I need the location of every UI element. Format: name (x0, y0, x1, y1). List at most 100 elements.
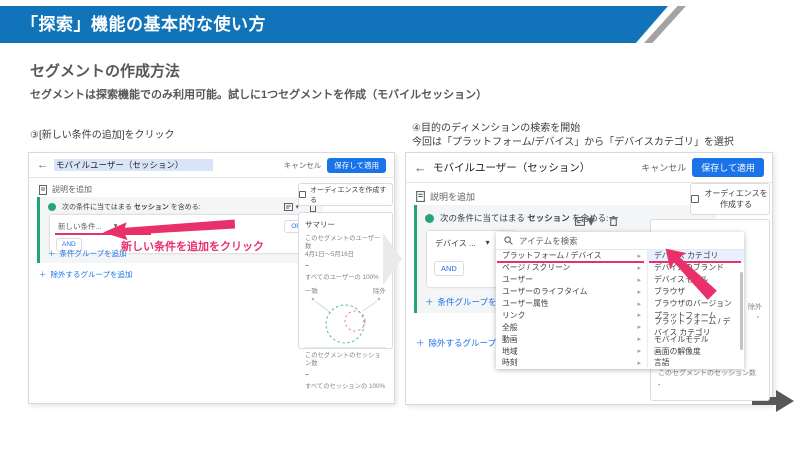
summary-sessions-value: - (658, 382, 660, 389)
summary-sessions-pct: すべてのセッションの 100% (305, 381, 386, 390)
add-description-row[interactable]: 説明を追加 (416, 190, 475, 203)
plus-icon: ＋ (425, 296, 434, 308)
condition-icons: ▾ (575, 211, 618, 231)
menu-item-category[interactable]: プラットフォーム / デバイス ▸ (496, 250, 647, 262)
segment-title-highlight[interactable]: モバイルユーザー（セッション） (54, 159, 213, 171)
segment-title: モバイルユーザー（セッション） (54, 159, 213, 171)
submenu-arrow-icon: ▸ (637, 252, 641, 260)
annotation-text: 新しい条件を追加をクリック (121, 238, 264, 254)
step-caption-right-line2: 今回は「プラットフォーム/デバイス」から「デバイスカテゴリ」を選択 (412, 136, 734, 150)
summary-sessions-label: このセグメントのセッション数 (658, 369, 756, 378)
menu-item-dimension[interactable]: プラットフォーム / デバイス カテゴリ (648, 321, 744, 333)
slide: 「探索」機能の基本的な使い方 セグメントの作成方法 セグメントは探索機能でのみ利… (0, 0, 800, 450)
plus-icon: ＋ (416, 337, 425, 349)
add-description-label: 説明を追加 (430, 190, 475, 203)
step-caption-left: ③[新しい条件の追加]をクリック (30, 129, 175, 143)
section-title: セグメントの作成方法 (30, 60, 180, 81)
cancel-button[interactable]: キャンセル (641, 161, 686, 174)
dimension-dropdown[interactable]: デバイス ... ▾ (435, 238, 490, 249)
search-icon (504, 236, 513, 245)
venn-legend: 一致 除外 (305, 285, 386, 295)
include-dot-icon (425, 214, 434, 223)
checkbox-icon[interactable] (691, 195, 699, 203)
submenu-arrow-icon: ▸ (637, 311, 641, 319)
venn-tick-dot (757, 316, 759, 318)
menu-item-label: ユーザーのライフタイム (502, 286, 587, 297)
menu-item-dimension[interactable]: モバイルモデル (648, 333, 744, 345)
scope-icon (284, 203, 293, 211)
menu-item-label: 画面の解像度 (654, 346, 701, 357)
submenu-arrow-icon: ▸ (637, 323, 641, 331)
submenu-arrow-icon: ▸ (637, 276, 641, 284)
summary-divider (305, 347, 386, 348)
summary-users-label: このセグメントのユーザー数4月1日～5月16日 (305, 235, 386, 259)
menu-item-category[interactable]: 全般 ▸ (496, 321, 647, 333)
summary-sessions-value: – (305, 371, 386, 378)
pointer-arrow (662, 245, 726, 309)
add-condition-group-link[interactable]: ＋ 条件グループを追加 (48, 248, 127, 259)
menu-item-category[interactable]: ユーザー属性 ▸ (496, 298, 647, 310)
menu-item-category[interactable]: 動画 ▸ (496, 333, 647, 345)
checkbox-icon[interactable] (299, 191, 306, 198)
menu-item-category[interactable]: 時刻 ▸ (496, 357, 647, 369)
submenu-arrow-icon: ▸ (637, 347, 641, 355)
venn-diagram (305, 295, 387, 345)
menu-item-label: 動画 (502, 334, 518, 345)
description-icon (39, 185, 47, 195)
back-icon[interactable]: ← (37, 159, 48, 171)
submenu-arrow-icon: ▸ (637, 300, 641, 308)
trash-icon[interactable] (609, 216, 618, 226)
exclude-label: 除外 (373, 285, 386, 295)
step-caption-right-line1: ④目的のディメンションの検索を開始 (412, 122, 734, 136)
menu-item-label: 地域 (502, 346, 518, 357)
menu-item-label: 全般 (502, 322, 518, 333)
segment-title: モバイルユーザー（セッション） (433, 160, 590, 175)
back-icon[interactable]: ← (414, 160, 427, 175)
segment-editor-header: ← モバイルユーザー（セッション） キャンセル 保存して適用 (406, 153, 772, 183)
menu-item-dimension[interactable]: 画面の解像度 (648, 345, 744, 357)
scope-icon[interactable] (575, 217, 585, 226)
submenu-arrow-icon: ▸ (637, 288, 641, 296)
summary-users-value: – (305, 262, 386, 269)
menu-item-label: プラットフォーム / デバイス (502, 250, 602, 261)
summary-card: サマリー このセグメントのユーザー数4月1日～5月16日 – すべてのユーザーの… (298, 212, 393, 349)
condition-text: 次の条件に当てはまる セッション を含める: (62, 202, 201, 212)
save-apply-button[interactable]: 保存して適用 (692, 158, 764, 177)
dimension-category-list: プラットフォーム / デバイス ▸ ページ / スクリーン ▸ ユーザー ▸ ユ… (496, 250, 648, 369)
menu-item-category[interactable]: ユーザー ▸ (496, 274, 647, 286)
submenu-scrollbar[interactable] (740, 272, 743, 350)
summary-sessions-label: このセグメントのセッション数 (305, 352, 386, 368)
menu-item-label: ページ / スクリーン (502, 262, 570, 273)
include-dot-icon (48, 203, 56, 211)
scope-selector[interactable]: ▾ (284, 203, 299, 211)
menu-item-category[interactable]: ユーザーのライフタイム ▸ (496, 286, 647, 298)
menu-item-category[interactable]: リンク ▸ (496, 309, 647, 321)
menu-item-category[interactable]: ページ / スクリーン ▸ (496, 262, 647, 274)
plus-icon: ＋ (39, 269, 47, 280)
screenshot-left: ← モバイルユーザー（セッション） キャンセル 保存して適用 説明を追加 次の条… (28, 152, 395, 404)
exclude-label: 除外 (748, 302, 762, 312)
save-apply-button[interactable]: 保存して適用 (327, 158, 386, 173)
section-subtitle: セグメントは探索機能でのみ利用可能。試しに1つセグメントを作成（モバイルセッショ… (30, 86, 487, 102)
cancel-button[interactable]: キャンセル (284, 160, 322, 171)
caret-down-icon: ▾ (486, 238, 490, 249)
between-panels-arrow (383, 233, 402, 285)
submenu-arrow-icon: ▸ (637, 359, 641, 367)
plus-icon: ＋ (48, 248, 56, 259)
caret-down-icon: ▾ (587, 211, 595, 231)
menu-item-dimension[interactable]: 言語 (648, 357, 744, 369)
add-description-row[interactable]: 説明を追加 (39, 184, 92, 195)
menu-item-label: ユーザー (502, 274, 533, 285)
audience-card[interactable]: オーディエンスを作成する (690, 183, 770, 215)
audience-card[interactable]: オーディエンスを作成する (298, 183, 393, 206)
submenu-arrow-icon: ▸ (637, 264, 641, 272)
menu-item-label: ユーザー属性 (502, 298, 549, 309)
menu-item-label: 時刻 (502, 357, 518, 368)
search-placeholder: アイテムを検索 (519, 235, 578, 247)
condition-row: 次の条件に当てはまる セッション を含める: ▾ (48, 202, 317, 212)
and-button[interactable]: AND (434, 261, 464, 276)
menu-item-category[interactable]: 地域 ▸ (496, 345, 647, 357)
audience-label: オーディエンスを作成する (310, 185, 392, 205)
add-exclude-group-link[interactable]: ＋ 除外するグループを追加 (39, 269, 133, 280)
screenshot-right: ← モバイルユーザー（セッション） キャンセル 保存して適用 説明を追加 次の条… (405, 152, 773, 405)
